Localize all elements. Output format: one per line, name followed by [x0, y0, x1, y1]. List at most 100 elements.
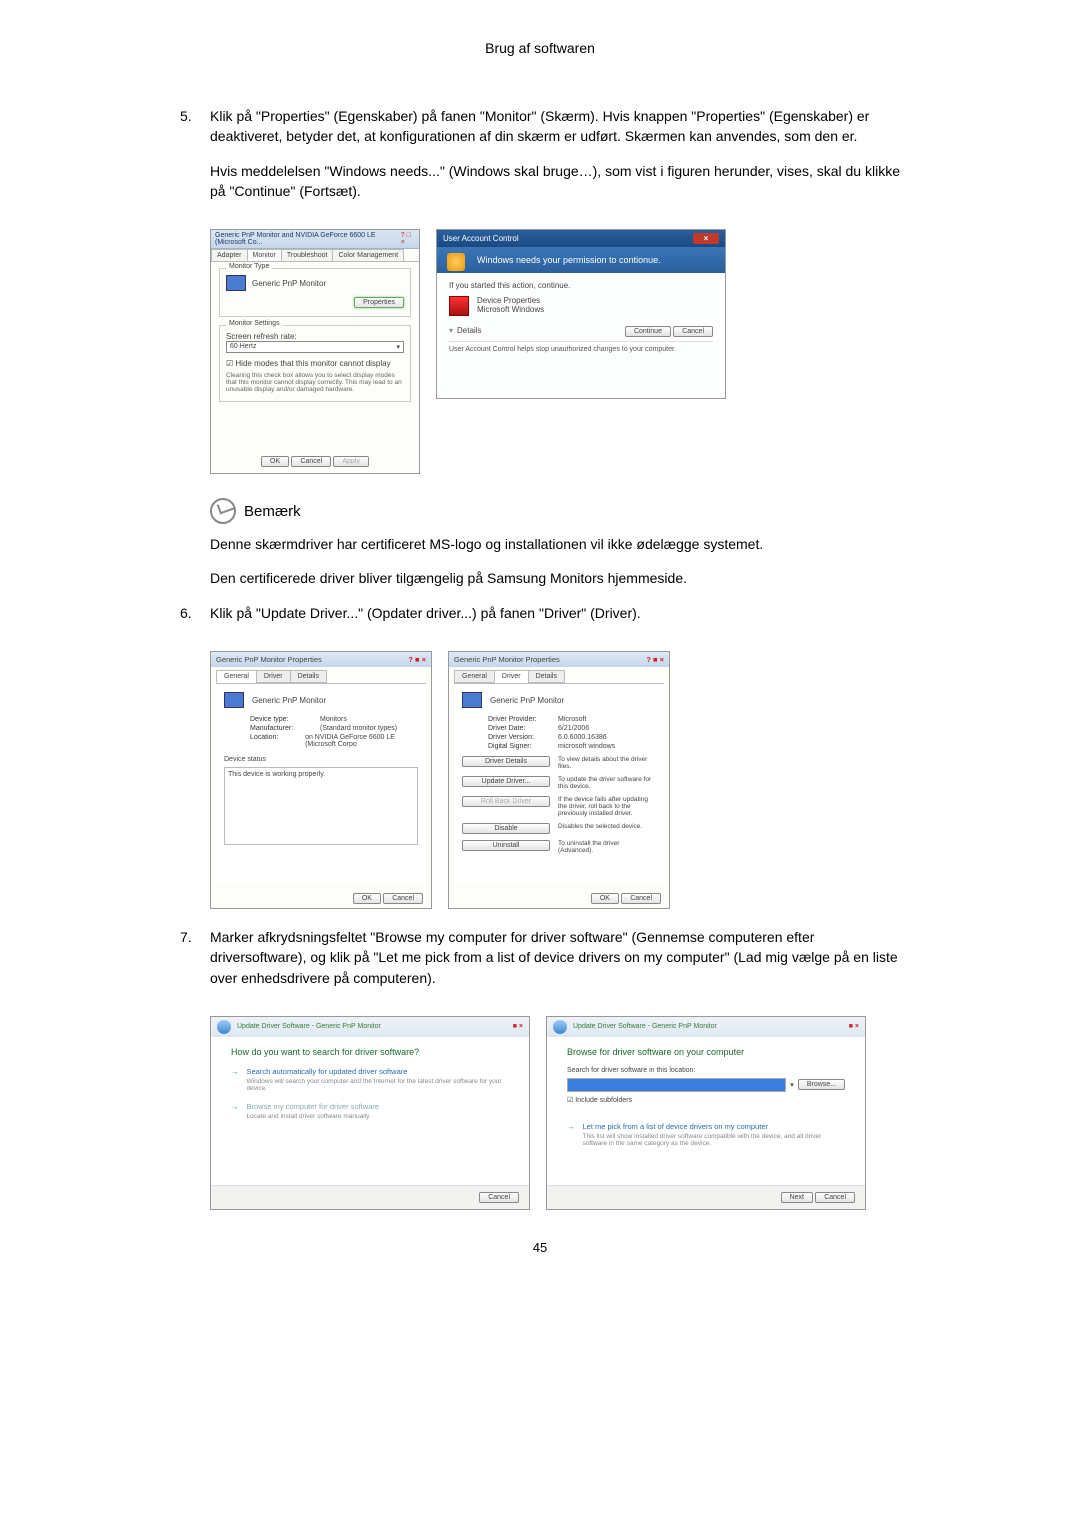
option-sub: This list will show installed driver sof…: [583, 1133, 846, 1147]
note-block: Bemærk: [210, 498, 900, 524]
device-name: Generic PnP Monitor: [490, 696, 564, 705]
option-sub: Windows will search your computer and th…: [247, 1078, 510, 1092]
breadcrumb: Update Driver Software - Generic PnP Mon…: [237, 1023, 381, 1030]
tab-driver[interactable]: Driver: [494, 670, 529, 683]
checkbox-icon[interactable]: ☑: [226, 359, 233, 368]
note-p2: Den certificerede driver bliver tilgænge…: [210, 568, 900, 588]
driver-details-button[interactable]: Driver Details: [462, 756, 550, 767]
group-legend: Monitor Type: [226, 263, 272, 270]
uninstall-button[interactable]: Uninstall: [462, 840, 550, 851]
properties-button[interactable]: Properties: [354, 297, 404, 308]
refresh-label: Screen refresh rate:: [226, 332, 404, 341]
step-5: 5. Klik på "Properties" (Egenskaber) på …: [180, 106, 900, 215]
arrow-icon: →: [231, 1067, 239, 1092]
date-v: 6/21/2006: [558, 725, 589, 732]
devtype-v: Monitors: [320, 716, 347, 723]
cancel-button[interactable]: Cancel: [815, 1192, 855, 1203]
option-browse[interactable]: → Browse my computer for driver software…: [231, 1102, 509, 1120]
step-number: 7.: [180, 927, 210, 1002]
back-icon[interactable]: [553, 1020, 567, 1034]
monitor-type-group: Monitor Type Generic PnP Monitor Propert…: [219, 268, 411, 317]
cancel-button[interactable]: Cancel: [383, 893, 423, 904]
rollback-driver-button[interactable]: Roll Back Driver: [462, 796, 550, 807]
option-search-auto[interactable]: → Search automatically for updated drive…: [231, 1067, 509, 1092]
arrow-icon: →: [567, 1122, 575, 1147]
tab-color-management[interactable]: Color Management: [332, 249, 404, 261]
step-6: 6. Klik på "Update Driver..." (Opdater d…: [180, 603, 900, 637]
wizard-heading: How do you want to search for driver sof…: [231, 1047, 509, 1057]
figure-row-3: Update Driver Software - Generic PnP Mon…: [210, 1016, 900, 1210]
dialog-title: Generic PnP Monitor Properties: [216, 655, 322, 664]
uac-publisher: Microsoft Windows: [477, 305, 544, 314]
close-icon[interactable]: ? ■ ×: [408, 655, 426, 664]
status-text: This device is working properly.: [224, 767, 418, 845]
option-title: Search automatically for updated driver …: [247, 1067, 408, 1076]
tab-general[interactable]: General: [216, 670, 257, 683]
option-pick-list[interactable]: → Let me pick from a list of device driv…: [567, 1122, 845, 1147]
uac-title: User Account Control: [443, 234, 519, 243]
hide-modes-label: Hide modes that this monitor cannot disp…: [235, 359, 390, 368]
checkbox-icon[interactable]: ☑: [567, 1097, 573, 1104]
cancel-button[interactable]: Cancel: [621, 893, 661, 904]
update-driver-button[interactable]: Update Driver...: [462, 776, 550, 787]
back-icon[interactable]: [217, 1020, 231, 1034]
figure-row-1: Generic PnP Monitor and NVIDIA GeForce 6…: [210, 229, 900, 474]
chevron-down-icon[interactable]: ▾: [449, 326, 453, 335]
chevron-down-icon[interactable]: ▾: [790, 1081, 794, 1089]
option-sub: Locate and install driver software manua…: [247, 1113, 380, 1120]
refresh-rate-select[interactable]: 60 Hertz ▾: [226, 341, 404, 353]
tab-general[interactable]: General: [454, 670, 495, 683]
include-subfolders-label: Include subfolders: [575, 1097, 632, 1104]
date-k: Driver Date:: [488, 725, 558, 732]
window-buttons[interactable]: ? □ ×: [401, 232, 415, 246]
tab-adapter[interactable]: Adapter: [211, 249, 248, 261]
uac-titlebar: User Account Control ×: [437, 230, 725, 247]
tab-troubleshoot[interactable]: Troubleshoot: [281, 249, 334, 261]
ok-button[interactable]: OK: [353, 893, 381, 904]
cancel-button[interactable]: Cancel: [479, 1192, 519, 1203]
monitor-properties-dialog: Generic PnP Monitor and NVIDIA GeForce 6…: [210, 229, 420, 474]
apply-button[interactable]: Apply: [333, 456, 369, 467]
tab-monitor[interactable]: Monitor: [247, 249, 282, 261]
path-input[interactable]: [567, 1078, 786, 1092]
group-legend: Monitor Settings: [226, 320, 283, 327]
monitor-icon: [224, 692, 244, 708]
close-icon[interactable]: ■ ×: [513, 1023, 523, 1030]
tab-strip[interactable]: Adapter Monitor Troubleshoot Color Manag…: [211, 249, 419, 262]
details-link[interactable]: Details: [457, 326, 481, 335]
continue-button[interactable]: Continue: [625, 326, 671, 337]
uac-app-name: Device Properties: [477, 296, 544, 305]
figure-row-2: Generic PnP Monitor Properties ? ■ × Gen…: [210, 651, 900, 909]
close-icon[interactable]: ×: [693, 233, 719, 244]
tab-driver[interactable]: Driver: [256, 670, 291, 683]
version-v: 6.0.6000.16386: [558, 734, 607, 741]
update-driver-desc: To update the driver software for this d…: [558, 776, 656, 790]
browse-button[interactable]: Browse...: [798, 1079, 845, 1090]
close-icon[interactable]: ? ■ ×: [646, 655, 664, 664]
loc-v: on NVIDIA GeForce 6600 LE (Microsoft Cor…: [305, 734, 418, 748]
close-icon[interactable]: ■ ×: [849, 1023, 859, 1030]
signer-k: Digital Signer:: [488, 743, 558, 750]
wizard-heading: Browse for driver software on your compu…: [567, 1047, 845, 1057]
step-number: 5.: [180, 106, 210, 215]
cancel-button[interactable]: Cancel: [673, 326, 713, 337]
step-5-p2: Hvis meddelelsen "Windows needs..." (Win…: [210, 161, 900, 202]
tab-details[interactable]: Details: [290, 670, 327, 683]
dialog-titlebar: Generic PnP Monitor and NVIDIA GeForce 6…: [211, 230, 419, 249]
uninstall-desc: To uninstall the driver (Advanced).: [558, 840, 656, 854]
step-7-p1: Marker afkrydsningsfeltet "Browse my com…: [210, 927, 900, 988]
step-6-p1: Klik på "Update Driver..." (Opdater driv…: [210, 603, 900, 623]
app-icon: [449, 296, 469, 316]
next-button[interactable]: Next: [781, 1192, 813, 1203]
device-properties-driver: Generic PnP Monitor Properties ? ■ × Gen…: [448, 651, 670, 909]
search-location-label: Search for driver software in this locat…: [567, 1067, 845, 1074]
ok-button[interactable]: OK: [261, 456, 289, 467]
signer-v: microsoft windows: [558, 743, 615, 750]
disable-button[interactable]: Disable: [462, 823, 550, 834]
page-number: 45: [180, 1240, 900, 1255]
cancel-button[interactable]: Cancel: [291, 456, 331, 467]
ok-button[interactable]: OK: [591, 893, 619, 904]
monitor-settings-group: Monitor Settings Screen refresh rate: 60…: [219, 325, 411, 402]
page-header: Brug af softwaren: [180, 40, 900, 56]
tab-details[interactable]: Details: [528, 670, 565, 683]
